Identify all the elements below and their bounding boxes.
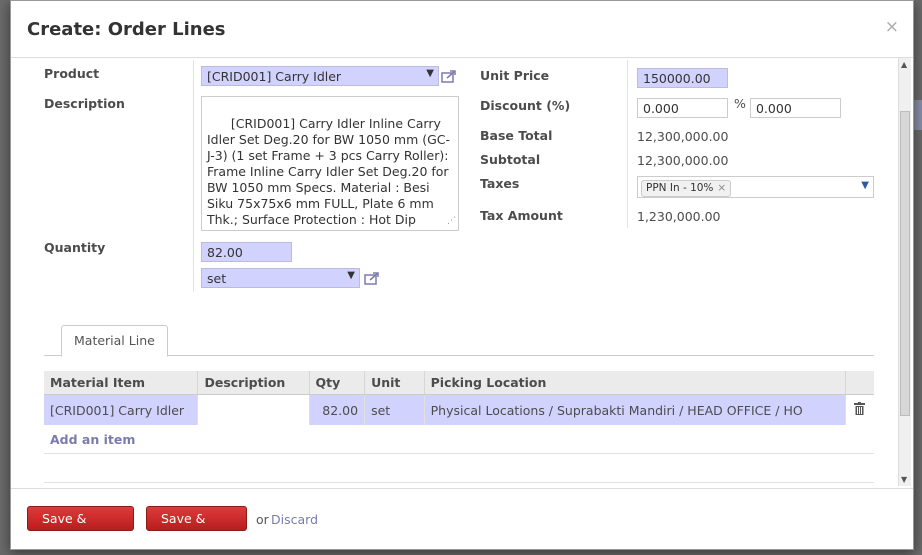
order-line-dialog: Create: Order Lines × Product [CRID001] … <box>10 0 914 550</box>
cell-description[interactable] <box>197 394 310 425</box>
product-label: Product <box>44 66 100 81</box>
resize-grip-icon[interactable]: ⋰ <box>447 213 456 229</box>
taxes-field[interactable]: PPN In - 10% × ▼ <box>637 176 874 198</box>
column-divider <box>193 60 194 292</box>
save-close-button[interactable]: Save & Close <box>27 506 134 549</box>
material-line-table: Material Item Description Qty Unit Picki… <box>44 371 874 425</box>
col-qty[interactable]: Qty <box>309 371 366 395</box>
cell-picking-location[interactable]: Physical Locations / Suprabakti Mandiri … <box>424 394 846 425</box>
col-material-item[interactable]: Material Item <box>44 371 199 395</box>
divider <box>44 453 874 454</box>
unit-price-label: Unit Price <box>480 68 550 83</box>
dialog-body: Product [CRID001] Carry Idler ▼ Descript… <box>11 58 913 486</box>
cell-material-item[interactable]: [CRID001] Carry Idler <box>44 394 199 425</box>
discount-label: Discount (%) <box>480 98 571 113</box>
col-unit[interactable]: Unit <box>364 371 425 395</box>
tax-amount-label: Tax Amount <box>480 208 563 223</box>
quantity-label: Quantity <box>44 240 106 255</box>
subtotal-label: Subtotal <box>480 152 541 167</box>
discount-2-input[interactable]: 0.000 <box>750 98 841 118</box>
tax-amount-value: 1,230,000.00 <box>637 209 721 224</box>
chevron-down-icon: ▼ <box>347 270 355 281</box>
product-value: [CRID001] Carry Idler <box>207 69 342 84</box>
quantity-input[interactable]: 82.00 <box>201 242 292 262</box>
tax-tag-label: PPN In - 10% <box>646 182 714 194</box>
remove-tag-icon[interactable]: × <box>717 182 726 194</box>
notebook-tabs: Material Line <box>44 320 874 357</box>
scroll-down-icon[interactable]: ▼ <box>901 475 907 484</box>
dialog-title: Create: Order Lines <box>27 19 226 40</box>
discard-link[interactable]: Discard <box>271 512 318 527</box>
uom-select[interactable]: set ▼ <box>201 268 360 288</box>
base-total-value: 12,300,000.00 <box>637 129 729 144</box>
unit-price-input[interactable]: 150000.00 <box>637 68 728 88</box>
close-icon[interactable]: × <box>885 17 899 37</box>
taxes-label: Taxes <box>480 176 520 191</box>
cell-unit[interactable]: set <box>364 394 425 425</box>
divider <box>44 482 874 483</box>
tab-material-line[interactable]: Material Line <box>61 325 168 357</box>
table-row[interactable]: [CRID001] Carry Idler 82.00 set Physical… <box>44 394 874 425</box>
vertical-scrollbar[interactable]: ▲ ▼ <box>898 58 911 486</box>
trash-icon[interactable] <box>845 394 874 425</box>
col-actions <box>845 371 874 395</box>
or-text: or <box>256 512 269 527</box>
discount-input[interactable]: 0.000 <box>637 98 728 118</box>
dialog-footer: Save & Close Save & New or Discard <box>11 488 913 549</box>
percent-sign: % <box>734 96 746 111</box>
add-item-link[interactable]: Add an item <box>50 432 135 447</box>
trash-icon[interactable] <box>854 402 866 415</box>
description-label: Description <box>44 96 125 111</box>
scroll-up-icon[interactable]: ▲ <box>901 60 907 69</box>
description-value: [CRID001] Carry Idler Inline Carry Idler… <box>207 116 451 230</box>
uom-value: set <box>207 271 227 286</box>
scroll-thumb[interactable] <box>900 111 910 416</box>
column-divider <box>627 60 628 228</box>
external-link-icon[interactable] <box>364 271 380 285</box>
external-link-icon[interactable] <box>441 69 457 83</box>
save-new-button[interactable]: Save & New <box>146 506 247 549</box>
product-select[interactable]: [CRID001] Carry Idler ▼ <box>201 66 439 86</box>
col-picking-location[interactable]: Picking Location <box>424 371 846 395</box>
cell-qty[interactable]: 82.00 <box>309 394 366 425</box>
subtotal-value: 12,300,000.00 <box>637 153 729 168</box>
chevron-down-icon: ▼ <box>426 68 434 79</box>
base-total-label: Base Total <box>480 128 553 143</box>
col-description[interactable]: Description <box>197 371 310 395</box>
tax-tag: PPN In - 10% × <box>641 180 732 197</box>
dialog-header: Create: Order Lines × <box>11 1 913 58</box>
description-textarea[interactable]: [CRID001] Carry Idler Inline Carry Idler… <box>201 96 459 231</box>
chevron-down-icon[interactable]: ▼ <box>861 180 869 191</box>
